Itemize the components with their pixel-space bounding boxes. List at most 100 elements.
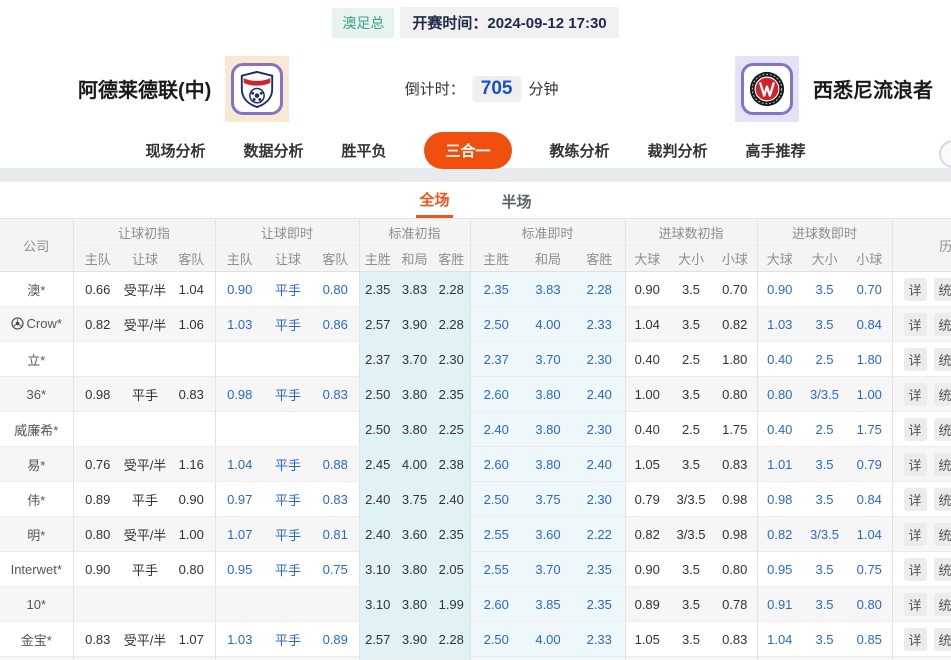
company-cell: 易* (0, 447, 73, 482)
nav-tab-数据分析[interactable]: 数据分析 (243, 140, 303, 161)
odds-cell: 3.75 (396, 482, 433, 517)
nav-tab-现场分析[interactable]: 现场分析 (145, 140, 205, 161)
odds-cell: 1.03 (215, 622, 264, 657)
detail-button[interactable]: 详 (904, 453, 927, 476)
company-name: 伟* (27, 490, 45, 509)
table-row: 金宝*0.83受平/半1.071.03平手0.892.573.902.282.5… (0, 622, 951, 657)
odds-cell: 1.04 (168, 272, 215, 307)
odds-cell (312, 342, 359, 377)
odds-cell: 0.89 (73, 482, 122, 517)
odds-cell: 0.84 (847, 482, 892, 517)
odds-cell: 2.50 (359, 377, 396, 412)
odds-cell: 0.83 (713, 447, 757, 482)
odds-cell: 0.76 (73, 447, 122, 482)
odds-cell: 2.28 (433, 622, 470, 657)
floating-widget-button[interactable] (939, 140, 951, 168)
odds-cell: 2.38 (433, 447, 470, 482)
nav-tab-教练分析[interactable]: 教练分析 (550, 140, 610, 161)
odds-cell: 2.55 (470, 517, 522, 552)
odds-cell: 2.40 (470, 412, 522, 447)
stats-button[interactable]: 统 (934, 348, 951, 371)
odds-cell: 2.5 (802, 342, 847, 377)
table-header-group-row: 公司 让球初指 让球即时 标准初指 标准即时 进球数初指 进球数即时 历史 (0, 219, 951, 246)
stats-button[interactable]: 统 (934, 523, 951, 546)
detail-button[interactable]: 详 (904, 488, 927, 511)
odds-cell: 受平/半 (122, 447, 168, 482)
nav-tab-裁判分析[interactable]: 裁判分析 (648, 140, 708, 161)
odds-cell: 0.98 (713, 517, 757, 552)
odds-cell: 0.80 (73, 517, 122, 552)
company-cell: 金宝* (0, 622, 73, 657)
company-cell: Interwet* (0, 552, 73, 587)
odds-cell (625, 657, 669, 660)
odds-cell: 3.80 (396, 412, 433, 447)
odds-cell: 2.50 (359, 412, 396, 447)
stats-button[interactable]: 统 (934, 558, 951, 581)
odds-cell: 0.40 (757, 342, 802, 377)
stats-button[interactable]: 统 (934, 418, 951, 441)
col-header: 主队 (215, 246, 264, 272)
stats-button[interactable]: 统 (934, 313, 951, 336)
odds-cell: 2.50 (470, 307, 522, 342)
odds-cell: 2.37 (359, 342, 396, 377)
odds-cell: 2.5 (802, 412, 847, 447)
odds-cell: 0.70 (847, 272, 892, 307)
stats-button[interactable]: 统 (934, 383, 951, 406)
detail-button[interactable]: 详 (904, 593, 927, 616)
row-actions-cell: 详统 (892, 377, 951, 412)
row-actions-cell: 详统 (892, 447, 951, 482)
group-header-goals-live: 进球数即时 (757, 219, 892, 246)
odds-cell: 3.5 (802, 482, 847, 517)
detail-button[interactable]: 详 (904, 558, 927, 581)
kickoff-label: 开赛时间： (412, 15, 487, 32)
company-name: 10* (26, 597, 46, 612)
detail-button[interactable]: 详 (904, 278, 927, 301)
subtab-全场[interactable]: 全场 (416, 182, 452, 218)
odds-cell: 1.07 (215, 517, 264, 552)
stats-button[interactable]: 统 (934, 488, 951, 511)
odds-cell (73, 657, 122, 660)
league-badge[interactable]: 澳足总 (332, 8, 394, 38)
odds-cell (264, 342, 312, 377)
nav-tab-胜平负[interactable]: 胜平负 (341, 140, 386, 161)
history-column-header: 历史 (892, 219, 951, 272)
odds-cell: 0.66 (73, 272, 122, 307)
detail-button[interactable]: 详 (904, 418, 927, 441)
detail-button[interactable]: 详 (904, 348, 927, 371)
odds-cell: 2.35 (574, 552, 625, 587)
odds-cell: 3/3.5 (802, 517, 847, 552)
odds-cell: 3.80 (396, 377, 433, 412)
stats-button[interactable]: 统 (934, 593, 951, 616)
odds-cell: 0.80 (713, 377, 757, 412)
odds-cell: 1.05 (625, 622, 669, 657)
nav-tab-高手推荐[interactable]: 高手推荐 (746, 140, 806, 161)
row-actions-cell: 详统 (892, 307, 951, 342)
nav-tab-三合一[interactable]: 三合一 (424, 132, 511, 169)
odds-cell: 0.80 (312, 272, 359, 307)
table-row-partial (0, 657, 951, 660)
stats-button[interactable]: 统 (934, 453, 951, 476)
col-header: 客胜 (574, 246, 625, 272)
detail-button[interactable]: 详 (904, 383, 927, 406)
odds-cell: 2.22 (574, 517, 625, 552)
odds-cell (122, 342, 168, 377)
detail-button[interactable]: 详 (904, 628, 927, 651)
odds-cell: 3.80 (396, 587, 433, 622)
col-header: 主队 (73, 246, 122, 272)
odds-cell: 2.25 (433, 412, 470, 447)
odds-cell: 3.5 (802, 552, 847, 587)
detail-button[interactable]: 详 (904, 313, 927, 336)
company-cell: 明* (0, 517, 73, 552)
stats-button[interactable]: 统 (934, 278, 951, 301)
odds-cell: 1.03 (215, 307, 264, 342)
home-team-logo (225, 56, 289, 122)
away-team: 西悉尼流浪者 (735, 56, 933, 122)
detail-button[interactable]: 详 (904, 523, 927, 546)
subtab-半场[interactable]: 半场 (499, 184, 535, 217)
odds-cell (73, 412, 122, 447)
odds-cell (168, 412, 215, 447)
company-column-header: 公司 (0, 219, 73, 272)
table-row: 澳*0.66受平/半1.040.90平手0.802.353.832.282.35… (0, 272, 951, 307)
odds-cell: 0.90 (215, 272, 264, 307)
stats-button[interactable]: 统 (934, 628, 951, 651)
